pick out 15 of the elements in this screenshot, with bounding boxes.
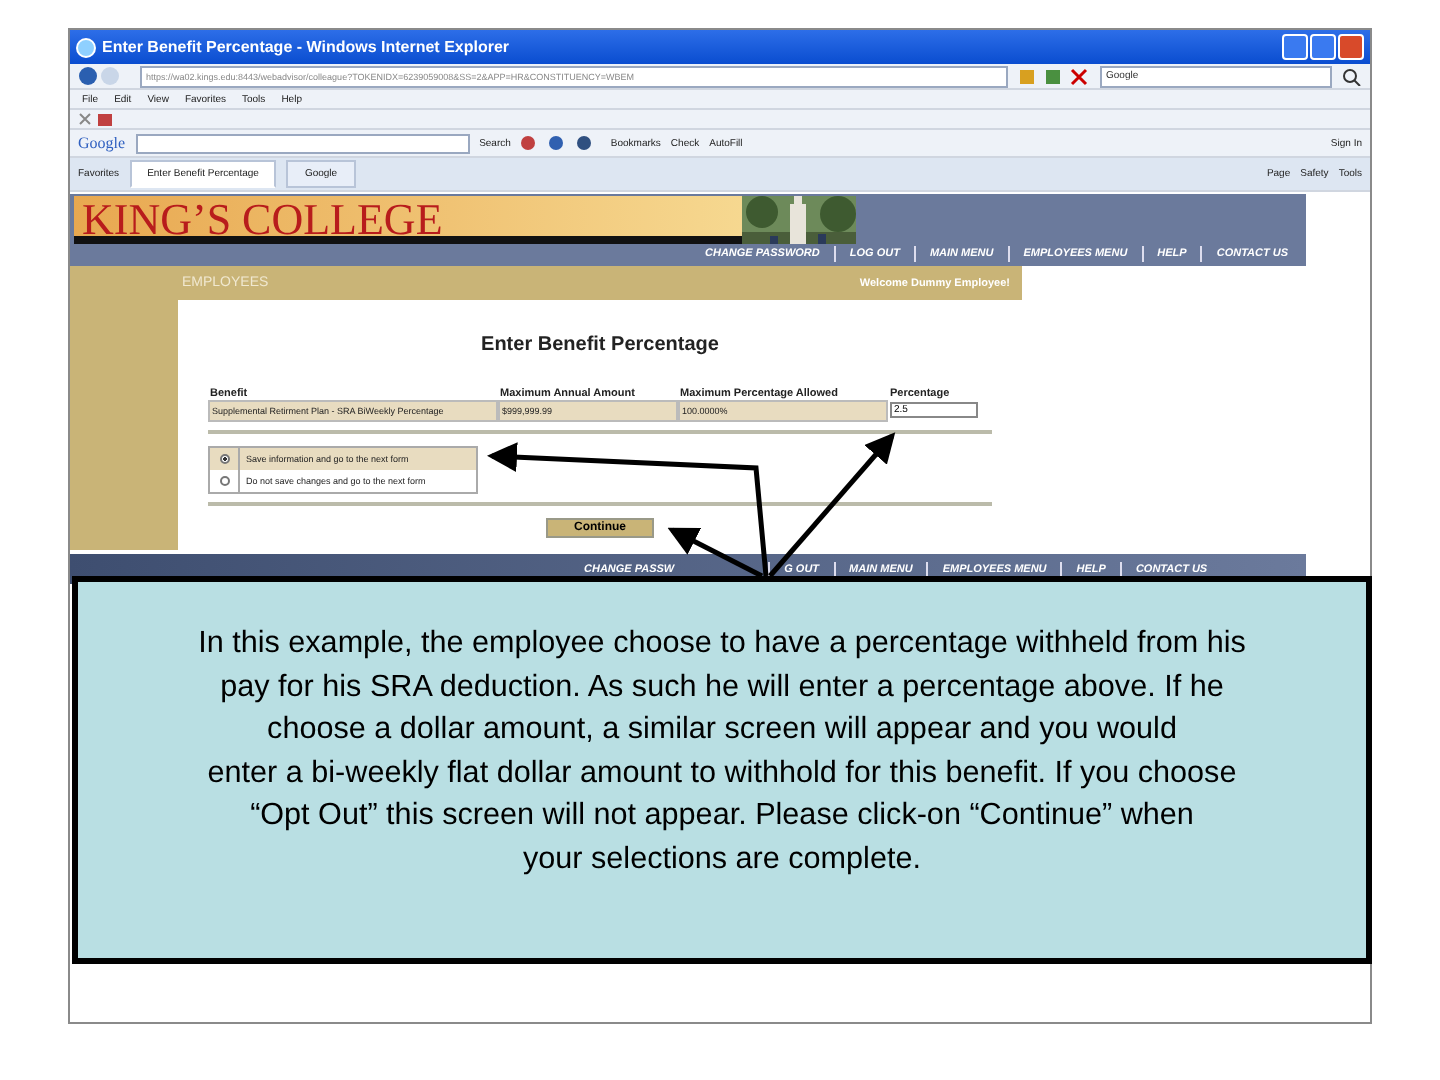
google-logo: Google	[78, 134, 126, 152]
search-icon	[1342, 67, 1362, 85]
search-field[interactable]	[135, 133, 470, 153]
college-logo: KING’S COLLEGE	[74, 196, 742, 244]
toolbar-icon	[78, 111, 114, 127]
window-title: Enter Benefit Percentage - Windows Internet Explorer	[102, 38, 512, 56]
maximize-button[interactable]	[1310, 34, 1336, 60]
minimize-button[interactable]	[1282, 34, 1308, 60]
toolbar-icon	[1018, 67, 1090, 85]
radio-button[interactable]	[219, 476, 229, 486]
page-heading: Enter Benefit Percentage	[479, 334, 721, 356]
callout-text: In this example, the employee choose to have a percentage withheld from his pay for his SRA deduction. As such he will enter a percentage above. If he choose a dollar amount, a similar screen will appear and you would enter a bi-weekly flat dollar amount to withhold for this benefit. If you choose “Opt Out” this screen will not appear. Please click-on “Continue” when your selections are complete.	[196, 624, 1248, 879]
close-button[interactable]	[1338, 34, 1364, 60]
radio-button[interactable]	[219, 454, 229, 464]
ie-icon	[76, 37, 96, 57]
